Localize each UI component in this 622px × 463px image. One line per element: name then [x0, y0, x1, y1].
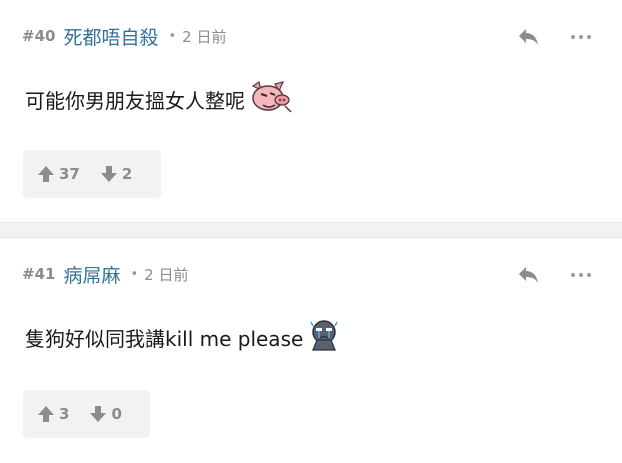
thumb-up-arrow-icon	[38, 166, 54, 182]
reply-icon[interactable]	[516, 262, 542, 288]
post-40: #40 死都唔自殺 • 2 日前 可能你男朋友搵女人整呢 37 2	[0, 0, 622, 222]
vote-bar: 3 0	[23, 390, 150, 438]
meta-separator: •	[130, 266, 139, 282]
post-content: 隻狗好似同我講kill me please	[25, 318, 341, 357]
post-meta: #41 病屌麻 • 2 日前	[22, 260, 188, 288]
post-time: 2 日前	[144, 265, 189, 284]
post-time: 2 日前	[182, 27, 227, 46]
username-link[interactable]: 死都唔自殺	[63, 23, 158, 50]
downvote-count: 2	[121, 165, 133, 183]
upvote-button[interactable]: 37	[37, 165, 80, 183]
thumb-down-arrow-icon	[100, 166, 117, 182]
pig-face-icon	[249, 80, 293, 119]
username-link[interactable]: 病屌麻	[63, 261, 120, 288]
thumb-up-arrow-icon	[38, 406, 54, 422]
post-divider	[0, 222, 622, 238]
upvote-count: 37	[59, 165, 80, 183]
reply-icon[interactable]	[516, 24, 542, 50]
post-number: #40	[22, 27, 56, 45]
thumb-down-arrow-icon	[90, 406, 107, 422]
post-number: #41	[22, 265, 56, 283]
post-text: 隻狗好似同我講kill me please	[25, 327, 304, 351]
upvote-button[interactable]: 3	[37, 405, 69, 423]
post-text: 可能你男朋友搵女人整呢	[25, 89, 245, 113]
downvote-button[interactable]: 2	[100, 165, 132, 183]
crying-face-icon	[307, 318, 341, 357]
more-options-icon[interactable]	[568, 262, 594, 288]
vote-bar: 37 2	[23, 150, 161, 198]
upvote-count: 3	[59, 405, 70, 423]
meta-separator: •	[168, 28, 177, 44]
more-options-icon[interactable]	[568, 24, 594, 50]
post-41: #41 病屌麻 • 2 日前 隻狗好似同我講kill me please 3 0	[0, 238, 622, 463]
post-meta: #40 死都唔自殺 • 2 日前	[22, 22, 226, 50]
downvote-button[interactable]: 0	[89, 405, 122, 423]
post-content: 可能你男朋友搵女人整呢	[25, 80, 293, 119]
downvote-count: 0	[111, 405, 122, 423]
